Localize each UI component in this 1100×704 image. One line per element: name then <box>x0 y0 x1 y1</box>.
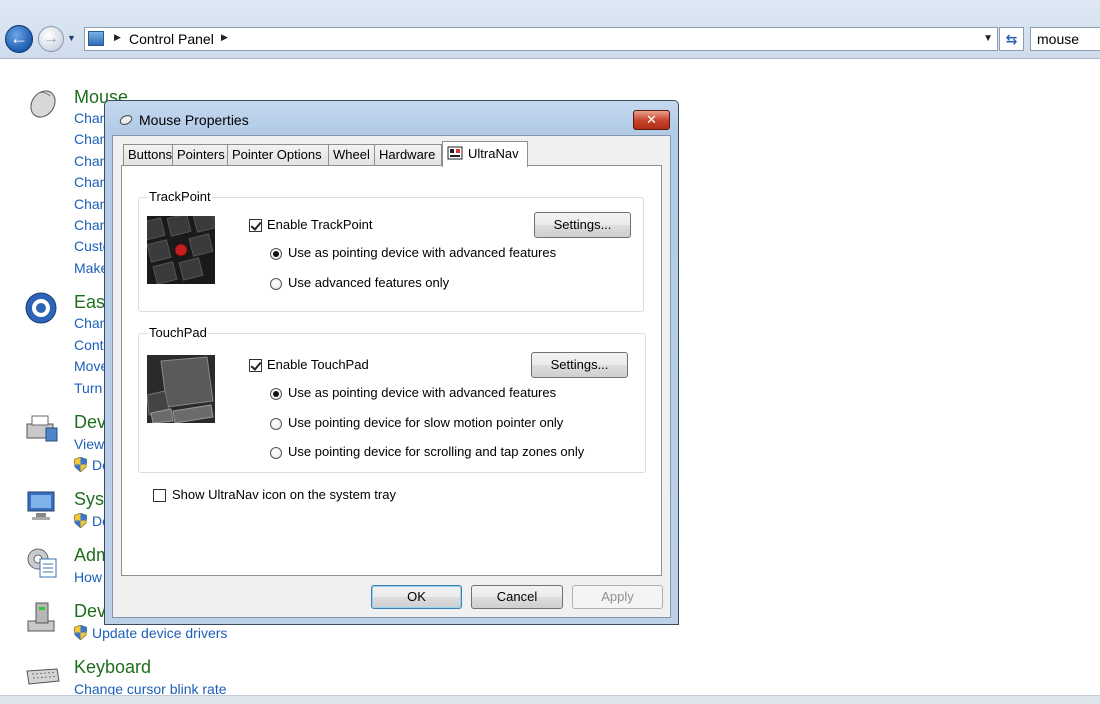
result-link[interactable]: Update device drivers <box>92 625 227 641</box>
result-title[interactable]: Keyboard <box>74 657 151 678</box>
tab-pointer-options[interactable]: Pointer Options <box>227 144 329 166</box>
address-bar[interactable]: ▶ Control Panel ▶ ▼ <box>84 27 998 51</box>
trackpoint-image <box>147 216 215 284</box>
breadcrumb-arrow-icon[interactable]: ▶ <box>221 32 228 43</box>
result-title[interactable]: Dev <box>74 412 106 433</box>
admin-tools-icon <box>27 548 57 578</box>
trackpoint-legend: TrackPoint <box>148 189 212 204</box>
tab-ultranav-label: UltraNav <box>468 146 519 161</box>
refresh-button[interactable]: ⇆ <box>999 27 1024 51</box>
show-tray-icon-label[interactable]: Show UltraNav icon on the system tray <box>172 487 396 502</box>
result-link[interactable]: Chan <box>74 174 107 190</box>
result-link[interactable]: Chan <box>74 153 107 169</box>
dialog-client: Buttons Pointers Pointer Options Wheel H… <box>112 135 671 618</box>
close-button[interactable]: ✕ <box>633 110 670 130</box>
tab-wheel[interactable]: Wheel <box>328 144 375 166</box>
touchpad-slow-motion-label[interactable]: Use pointing device for slow motion poin… <box>288 415 563 430</box>
apply-button[interactable]: Apply <box>572 585 663 609</box>
result-link[interactable]: Chan <box>74 315 107 331</box>
trackpoint-group: TrackPoint Enable TrackPoint Settings...… <box>138 189 644 312</box>
touchpad-advanced-radio[interactable] <box>270 388 282 400</box>
system-icon <box>27 491 55 520</box>
enable-touchpad-label[interactable]: Enable TouchPad <box>267 357 369 372</box>
trackpoint-settings-button[interactable]: Settings... <box>534 212 631 238</box>
mouse-properties-dialog: Mouse Properties ✕ Buttons Pointers Poin… <box>104 100 679 625</box>
enable-trackpoint-checkbox[interactable] <box>249 219 262 232</box>
breadcrumb-control-panel[interactable]: Control Panel <box>129 31 214 47</box>
touchpad-legend: TouchPad <box>148 325 208 340</box>
recent-pages-dropdown[interactable]: ▼ <box>67 33 76 43</box>
keyboard-icon <box>26 668 60 685</box>
result-title[interactable]: Dev <box>74 601 106 622</box>
device-manager-icon <box>27 602 55 632</box>
ease-of-access-icon <box>25 292 57 324</box>
devices-printers-icon <box>26 415 58 442</box>
touchpad-settings-button[interactable]: Settings... <box>531 352 628 378</box>
ultranav-panel: TrackPoint Enable TrackPoint Settings...… <box>121 165 662 576</box>
breadcrumb-arrow-icon[interactable]: ▶ <box>114 32 121 43</box>
explorer-toolbar: ← → ▼ ▶ Control Panel ▶ ▼ ⇆ <box>0 0 1100 59</box>
dialog-title: Mouse Properties <box>139 112 249 128</box>
ultranav-icon <box>447 146 463 160</box>
uac-shield-icon <box>74 457 87 472</box>
mouse-icon <box>119 115 133 125</box>
tab-pointers[interactable]: Pointers <box>172 144 228 166</box>
mouse-icon <box>30 90 56 118</box>
touchpad-advanced-label[interactable]: Use as pointing device with advanced fea… <box>288 385 556 400</box>
touchpad-scrolling-radio[interactable] <box>270 447 282 459</box>
tab-ultranav[interactable]: UltraNav <box>442 141 528 167</box>
touchpad-group: TouchPad Enable TouchPad Settings... Use… <box>138 325 646 473</box>
touchpad-scrolling-label[interactable]: Use pointing device for scrolling and ta… <box>288 444 584 459</box>
result-link[interactable]: Turn <box>74 380 102 396</box>
result-link[interactable]: Chan <box>74 196 107 212</box>
result-link[interactable]: Chan <box>74 131 107 147</box>
show-tray-icon-checkbox[interactable] <box>153 489 166 502</box>
uac-shield-icon <box>74 513 87 528</box>
result-link[interactable]: View <box>74 436 104 452</box>
touchpad-image <box>147 355 215 423</box>
tab-hardware[interactable]: Hardware <box>374 144 442 166</box>
ok-button[interactable]: OK <box>371 585 462 609</box>
uac-shield-icon <box>74 625 87 640</box>
result-link[interactable]: How <box>74 569 102 585</box>
result-link[interactable]: Chan <box>74 110 107 126</box>
enable-touchpad-checkbox[interactable] <box>249 359 262 372</box>
trackpoint-advanced-label[interactable]: Use as pointing device with advanced fea… <box>288 245 556 260</box>
trackpoint-advanced-radio[interactable] <box>270 248 282 260</box>
enable-trackpoint-label[interactable]: Enable TrackPoint <box>267 217 373 232</box>
touchpad-slow-motion-radio[interactable] <box>270 418 282 430</box>
cancel-button[interactable]: Cancel <box>471 585 563 609</box>
back-button[interactable]: ← <box>5 25 33 53</box>
tab-buttons[interactable]: Buttons <box>123 144 173 166</box>
result-link[interactable]: Chan <box>74 217 107 233</box>
address-dropdown-icon[interactable]: ▼ <box>983 33 993 44</box>
trackpoint-advanced-only-radio[interactable] <box>270 278 282 290</box>
search-input[interactable] <box>1030 27 1100 51</box>
control-panel-icon <box>88 31 104 46</box>
trackpoint-advanced-only-label[interactable]: Use advanced features only <box>288 275 449 290</box>
forward-button[interactable]: → <box>38 26 64 52</box>
